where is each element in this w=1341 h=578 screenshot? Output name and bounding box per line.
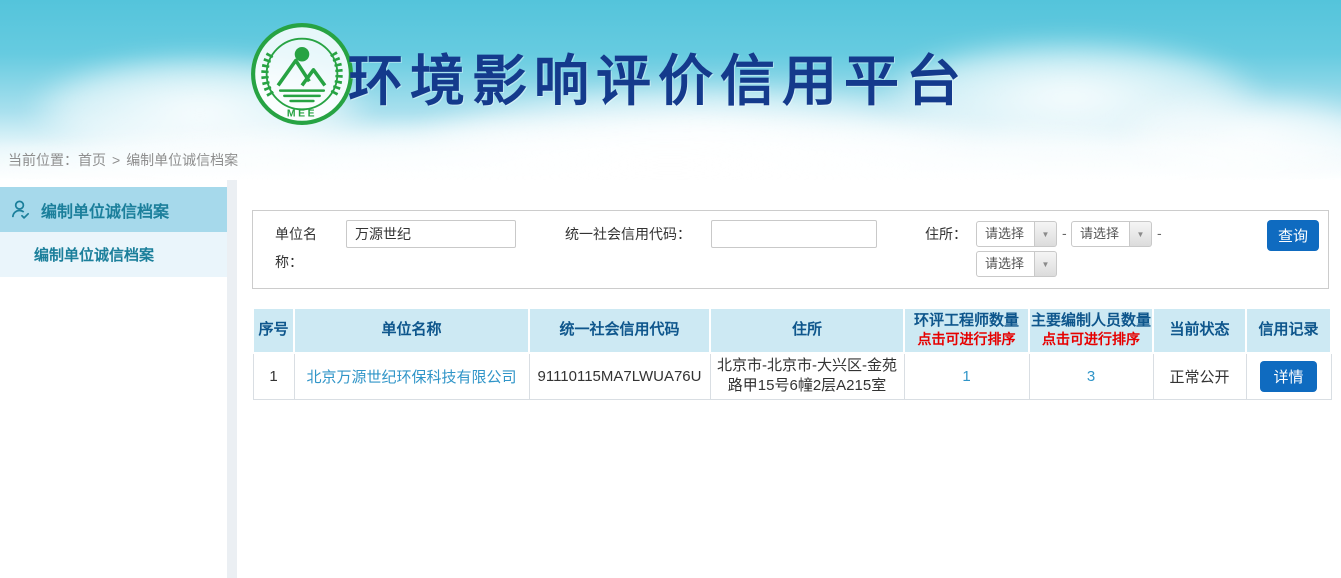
credit-code-input[interactable] bbox=[711, 220, 877, 248]
logo-text: MEE bbox=[287, 109, 317, 120]
address-cell: 北京市-北京市-大兴区-金苑路甲15号6幢2层A215室 bbox=[710, 353, 904, 399]
company-name-label: 单位名称： bbox=[275, 220, 343, 248]
col-header-company: 单位名称 bbox=[294, 308, 529, 353]
status-cell: 正常公开 bbox=[1153, 353, 1246, 399]
sidebar-item-label: 编制单位诚信档案 bbox=[41, 198, 169, 222]
table-row: 1 北京万源世纪环保科技有限公司 91110115MA7LWUA76U 北京市-… bbox=[253, 353, 1331, 399]
search-panel: 单位名称： 统一社会信用代码： 住所： 请选择 ▼ - 请选择 ▼ - 请选择 … bbox=[252, 210, 1329, 289]
credit-code-cell: 91110115MA7LWUA76U bbox=[529, 353, 710, 399]
address-dash: - bbox=[1157, 225, 1162, 241]
chevron-down-icon[interactable]: ▼ bbox=[1035, 251, 1057, 277]
engineer-count-link[interactable]: 1 bbox=[962, 368, 970, 385]
detail-button[interactable]: 详情 bbox=[1260, 361, 1316, 392]
table-header-row: 序号 单位名称 统一社会信用代码 住所 环评工程师数量 点击可进行排序 主要编制… bbox=[253, 308, 1331, 353]
col-header-staff[interactable]: 主要编制人员数量 点击可进行排序 bbox=[1029, 308, 1153, 353]
sidebar-item-credit-archive[interactable]: 编制单位诚信档案 bbox=[0, 187, 227, 232]
breadcrumb-prefix: 当前位置： bbox=[8, 152, 78, 168]
col-header-index: 序号 bbox=[253, 308, 294, 353]
province-select[interactable]: 请选择 ▼ bbox=[976, 221, 1057, 247]
sort-hint[interactable]: 点击可进行排序 bbox=[905, 331, 1028, 349]
chevron-down-icon[interactable]: ▼ bbox=[1035, 221, 1057, 247]
city-select-value: 请选择 bbox=[1071, 221, 1130, 247]
mee-logo-icon: MEE bbox=[250, 22, 354, 126]
city-select[interactable]: 请选择 ▼ bbox=[1071, 221, 1152, 247]
company-name-input[interactable] bbox=[346, 220, 516, 248]
staff-count-link[interactable]: 3 bbox=[1087, 368, 1095, 385]
results-table: 序号 单位名称 统一社会信用代码 住所 环评工程师数量 点击可进行排序 主要编制… bbox=[252, 307, 1332, 400]
col-header-address: 住所 bbox=[710, 308, 904, 353]
sidebar-subitem-label: 编制单位诚信档案 bbox=[34, 244, 154, 265]
district-select[interactable]: 请选择 ▼ bbox=[976, 251, 1057, 277]
sort-hint[interactable]: 点击可进行排序 bbox=[1030, 331, 1152, 349]
breadcrumb-separator: > bbox=[112, 152, 120, 168]
province-select-value: 请选择 bbox=[976, 221, 1035, 247]
row-index-cell: 1 bbox=[253, 353, 294, 399]
query-button[interactable]: 查询 bbox=[1267, 220, 1319, 251]
user-check-icon bbox=[9, 198, 32, 221]
credit-code-label: 统一社会信用代码： bbox=[565, 220, 691, 248]
sidebar-divider bbox=[227, 180, 237, 578]
address-dash: - bbox=[1062, 225, 1067, 241]
district-select-value: 请选择 bbox=[976, 251, 1035, 277]
company-name-link[interactable]: 北京万源世纪环保科技有限公司 bbox=[306, 369, 516, 386]
breadcrumb-home-link[interactable]: 首页 bbox=[78, 152, 106, 168]
page-title: 环境影响评价信用平台 bbox=[348, 36, 968, 116]
col-header-credit-record: 信用记录 bbox=[1246, 308, 1331, 353]
address-label: 住所： bbox=[925, 220, 967, 248]
col-header-status: 当前状态 bbox=[1153, 308, 1246, 353]
sidebar-subitem-credit-archive[interactable]: 编制单位诚信档案 bbox=[0, 232, 227, 277]
breadcrumb-current-link[interactable]: 编制单位诚信档案 bbox=[126, 152, 238, 168]
chevron-down-icon[interactable]: ▼ bbox=[1130, 221, 1152, 247]
col-header-code: 统一社会信用代码 bbox=[529, 308, 710, 353]
breadcrumb: 当前位置：首页 > 编制单位诚信档案 bbox=[8, 150, 238, 170]
col-header-engineers[interactable]: 环评工程师数量 点击可进行排序 bbox=[904, 308, 1029, 353]
